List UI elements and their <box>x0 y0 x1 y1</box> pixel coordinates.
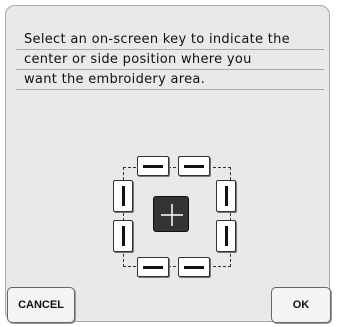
vertical-bar-icon <box>225 226 228 246</box>
vertical-bar-icon <box>122 186 125 206</box>
vertical-bar-icon <box>225 186 228 206</box>
horizontal-bar-icon <box>143 266 163 269</box>
position-key-left-lower[interactable] <box>113 220 133 252</box>
position-key-bottom-left[interactable] <box>137 257 169 277</box>
position-key-left-upper[interactable] <box>113 180 133 212</box>
position-key-right-upper[interactable] <box>216 180 236 212</box>
instruction-line-2: center or side position where you <box>16 50 324 70</box>
horizontal-bar-icon <box>184 165 204 168</box>
position-key-top-right[interactable] <box>178 156 210 176</box>
position-key-top-left[interactable] <box>137 156 169 176</box>
instruction-line-3: want the embroidery area. <box>16 70 324 90</box>
position-key-bottom-right[interactable] <box>178 257 210 277</box>
cancel-button[interactable]: CANCEL <box>7 287 75 323</box>
position-key-right-lower[interactable] <box>216 220 236 252</box>
crosshair-icon <box>161 204 183 226</box>
ok-button[interactable]: OK <box>271 287 331 323</box>
position-key-center[interactable] <box>153 196 189 232</box>
horizontal-bar-icon <box>143 165 163 168</box>
instruction-line-1: Select an on-screen key to indicate the <box>16 30 324 50</box>
vertical-bar-icon <box>122 226 125 246</box>
horizontal-bar-icon <box>184 266 204 269</box>
instruction-text: Select an on-screen key to indicate the … <box>16 30 324 90</box>
